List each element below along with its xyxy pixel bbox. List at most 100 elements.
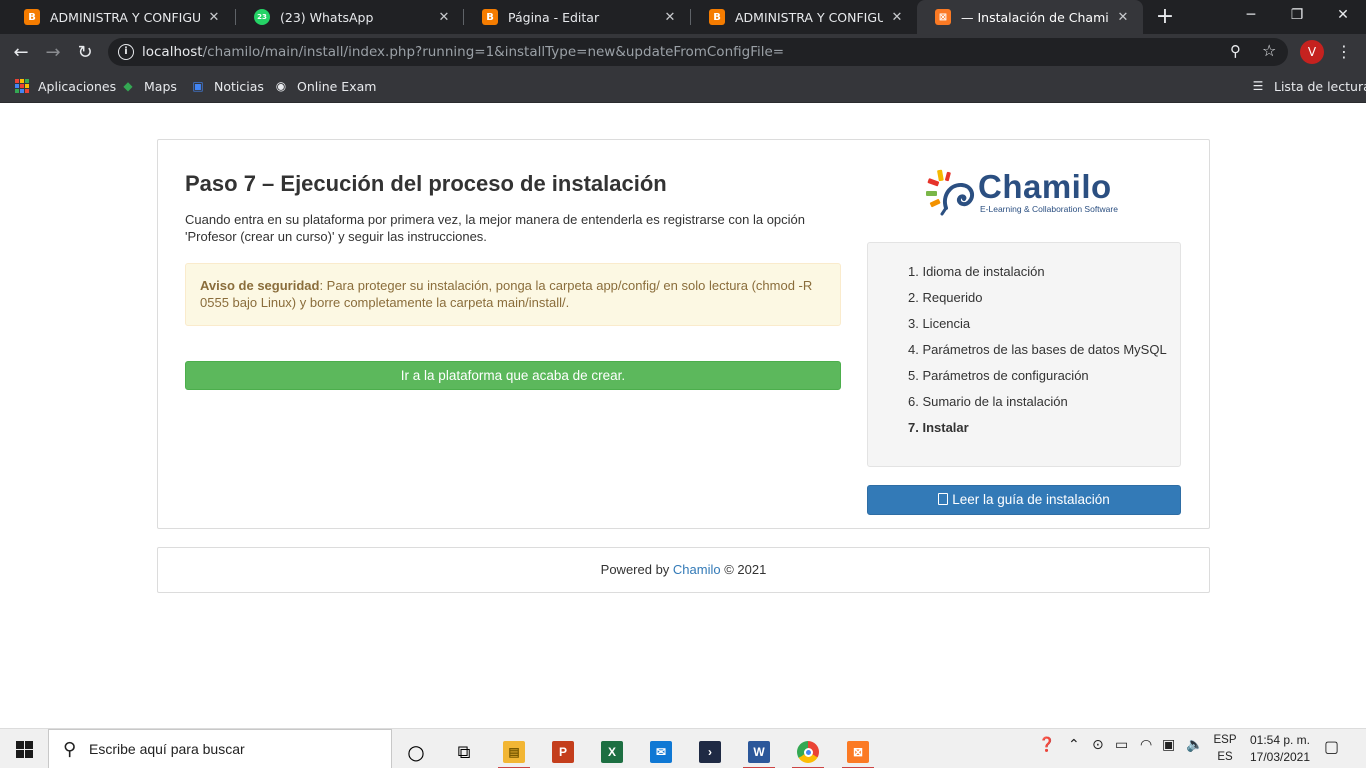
display-icon[interactable]: ▣ xyxy=(1162,737,1175,753)
reload-button[interactable]: ↻ xyxy=(72,39,98,65)
tab-whatsapp[interactable]: 23 (23) WhatsApp ✕ xyxy=(236,0,464,34)
tab-administra-2[interactable]: B ADMINISTRA Y CONFIGURA PL ✕ xyxy=(691,0,917,34)
close-icon[interactable]: ✕ xyxy=(1115,10,1131,25)
go-to-platform-button[interactable]: Ir a la plataforma que acaba de crear. xyxy=(185,361,841,390)
taskbar-search[interactable]: ⚲ Escribe aquí para buscar xyxy=(48,729,392,768)
bookmark-online-exam[interactable]: ◉ Online Exam xyxy=(273,76,377,96)
footer-prefix: Powered by xyxy=(600,562,673,577)
chrome-icon[interactable] xyxy=(788,735,828,768)
reading-list-button[interactable]: ☰ Lista de lectura xyxy=(1250,76,1366,96)
forward-button[interactable]: → xyxy=(40,39,66,65)
system-clock[interactable]: 01:54 p. m. 17/03/2021 xyxy=(1244,732,1316,766)
close-window-button[interactable]: ✕ xyxy=(1320,0,1366,30)
clock-time: 01:54 p. m. xyxy=(1249,733,1311,747)
globe-icon: ◉ xyxy=(275,79,287,93)
menu-kebab-icon[interactable]: ⋮ xyxy=(1336,40,1352,64)
meet-now-icon[interactable]: ⊙ xyxy=(1092,737,1104,753)
intro-text: Cuando entra en su plataforma por primer… xyxy=(185,212,806,244)
tab-title: ADMINISTRA Y CONFIGURA PL xyxy=(735,9,883,25)
minimize-button[interactable]: ─ xyxy=(1228,0,1274,30)
excel-icon[interactable]: X xyxy=(592,735,632,768)
restore-button[interactable]: ❐ xyxy=(1274,0,1320,30)
close-icon[interactable]: ✕ xyxy=(436,10,452,25)
wifi-icon[interactable]: ◠ xyxy=(1140,737,1152,753)
help-icon[interactable]: ❓ xyxy=(1038,737,1055,753)
powershell-icon[interactable]: › xyxy=(690,735,730,768)
whatsapp-icon: 23 xyxy=(254,9,270,25)
maps-icon: ◆ xyxy=(123,79,133,93)
lang-bottom: ES xyxy=(1217,751,1233,763)
close-icon[interactable]: ✕ xyxy=(662,10,678,25)
clock-date: 17/03/2021 xyxy=(1249,750,1311,764)
address-bar[interactable]: i localhost/chamilo/main/install/index.p… xyxy=(108,38,1288,66)
step-item: 3. Licencia xyxy=(908,316,971,331)
alert-label: Aviso de seguridad xyxy=(200,278,320,293)
chamilo-chameleon-icon xyxy=(926,169,975,216)
reading-list-icon: ☰ xyxy=(1252,79,1264,93)
guide-button-label: Leer la guía de instalación xyxy=(952,492,1110,507)
step-item: 2. Requerido xyxy=(908,290,983,305)
tab-title: (23) WhatsApp xyxy=(280,9,374,25)
mail-icon[interactable]: ✉ xyxy=(641,735,681,768)
lang-top: ESP xyxy=(1213,734,1237,746)
search-icon: ⚲ xyxy=(63,739,77,760)
info-icon[interactable]: i xyxy=(118,44,134,60)
bookmark-label: Online Exam xyxy=(297,78,377,94)
start-button[interactable] xyxy=(0,729,48,768)
new-tab-button[interactable]: + xyxy=(1152,4,1178,30)
apps-icon xyxy=(14,78,30,94)
profile-avatar[interactable]: V xyxy=(1300,40,1324,64)
url-text[interactable]: localhost/chamilo/main/install/index.php… xyxy=(142,44,784,60)
url-path: /chamilo/main/install/index.php?running=… xyxy=(202,44,785,60)
read-guide-button[interactable]: Leer la guía de instalación xyxy=(867,485,1181,515)
step-item: 5. Parámetros de configuración xyxy=(908,368,1089,383)
reading-list-label: Lista de lectura xyxy=(1274,78,1366,94)
news-icon: ▣ xyxy=(192,79,204,93)
close-icon[interactable]: ✕ xyxy=(889,10,905,25)
step-item: 4. Parámetros de las bases de datos MySQ… xyxy=(908,342,1167,357)
close-icon[interactable]: ✕ xyxy=(206,10,222,25)
task-view-icon[interactable]: ⧉ xyxy=(444,735,484,768)
install-steps-list: 1. Idioma de instalación 2. Requerido 3.… xyxy=(908,263,1180,445)
volume-icon[interactable]: 🔈 xyxy=(1186,737,1203,753)
bookmark-noticias[interactable]: ▣ Noticias xyxy=(190,76,264,96)
blogger-icon: B xyxy=(709,9,725,25)
xampp-taskbar-icon[interactable]: ⊠ xyxy=(838,735,878,768)
blogger-icon: B xyxy=(482,9,498,25)
bookmark-label: Aplicaciones xyxy=(38,78,117,94)
bookmarks-bar: Aplicaciones ◆ Maps ▣ Noticias ◉ Online … xyxy=(0,70,1366,103)
tab-title: ADMINISTRA Y CONFIGURA PL xyxy=(50,9,200,25)
bookmark-label: Noticias xyxy=(214,78,264,94)
bookmark-maps[interactable]: ◆ Maps xyxy=(120,76,177,96)
file-text-icon xyxy=(938,493,949,505)
page-footer: Powered by Chamilo © 2021 xyxy=(157,547,1210,593)
install-panel: Paso 7 – Ejecución del proceso de instal… xyxy=(157,139,1210,529)
language-indicator[interactable]: ESP ES xyxy=(1210,732,1240,766)
cortana-icon[interactable]: ○ xyxy=(396,735,436,768)
tab-strip: B ADMINISTRA Y CONFIGURA PL ✕ 23 (23) Wh… xyxy=(0,0,1366,34)
bookmark-label: Maps xyxy=(144,78,177,94)
step-item-current: 7. Instalar xyxy=(908,420,969,435)
logo-tagline: E-Learning & Collaboration Software xyxy=(980,204,1118,214)
zoom-icon[interactable]: ⚲ xyxy=(1230,42,1241,60)
file-explorer-icon[interactable]: ▤ xyxy=(494,735,534,768)
battery-icon[interactable]: ▭ xyxy=(1115,737,1128,753)
tab-administra-1[interactable]: B ADMINISTRA Y CONFIGURA PL ✕ xyxy=(6,0,234,34)
install-steps-panel: 1. Idioma de instalación 2. Requerido 3.… xyxy=(867,242,1181,467)
tab-chamilo-install[interactable]: ⊠ — Instalación de Chamilo — V ✕ xyxy=(917,0,1143,34)
page-title: Paso 7 – Ejecución del proceso de instal… xyxy=(185,171,667,196)
browser-toolbar: ← → ↻ i localhost/chamilo/main/install/i… xyxy=(0,34,1366,70)
blogger-icon: B xyxy=(24,9,40,25)
footer-suffix: © 2021 xyxy=(720,562,767,577)
powerpoint-icon[interactable]: P xyxy=(543,735,583,768)
bookmark-aplicaciones[interactable]: Aplicaciones xyxy=(14,76,116,96)
chamilo-logo: Chamilo E-Learning & Collaboration Softw… xyxy=(924,168,1134,218)
notifications-icon[interactable]: ▢ xyxy=(1324,737,1339,756)
back-button[interactable]: ← xyxy=(8,39,34,65)
chevron-up-icon[interactable]: ⌃ xyxy=(1068,737,1080,753)
tab-pagina-editar[interactable]: B Página - Editar ✕ xyxy=(464,0,690,34)
chamilo-link[interactable]: Chamilo xyxy=(673,562,721,577)
word-icon[interactable]: W xyxy=(739,735,779,768)
star-icon[interactable]: ☆ xyxy=(1262,41,1276,60)
windows-taskbar: ⚲ Escribe aquí para buscar ○ ⧉ ▤ P X ✉ ›… xyxy=(0,728,1366,768)
